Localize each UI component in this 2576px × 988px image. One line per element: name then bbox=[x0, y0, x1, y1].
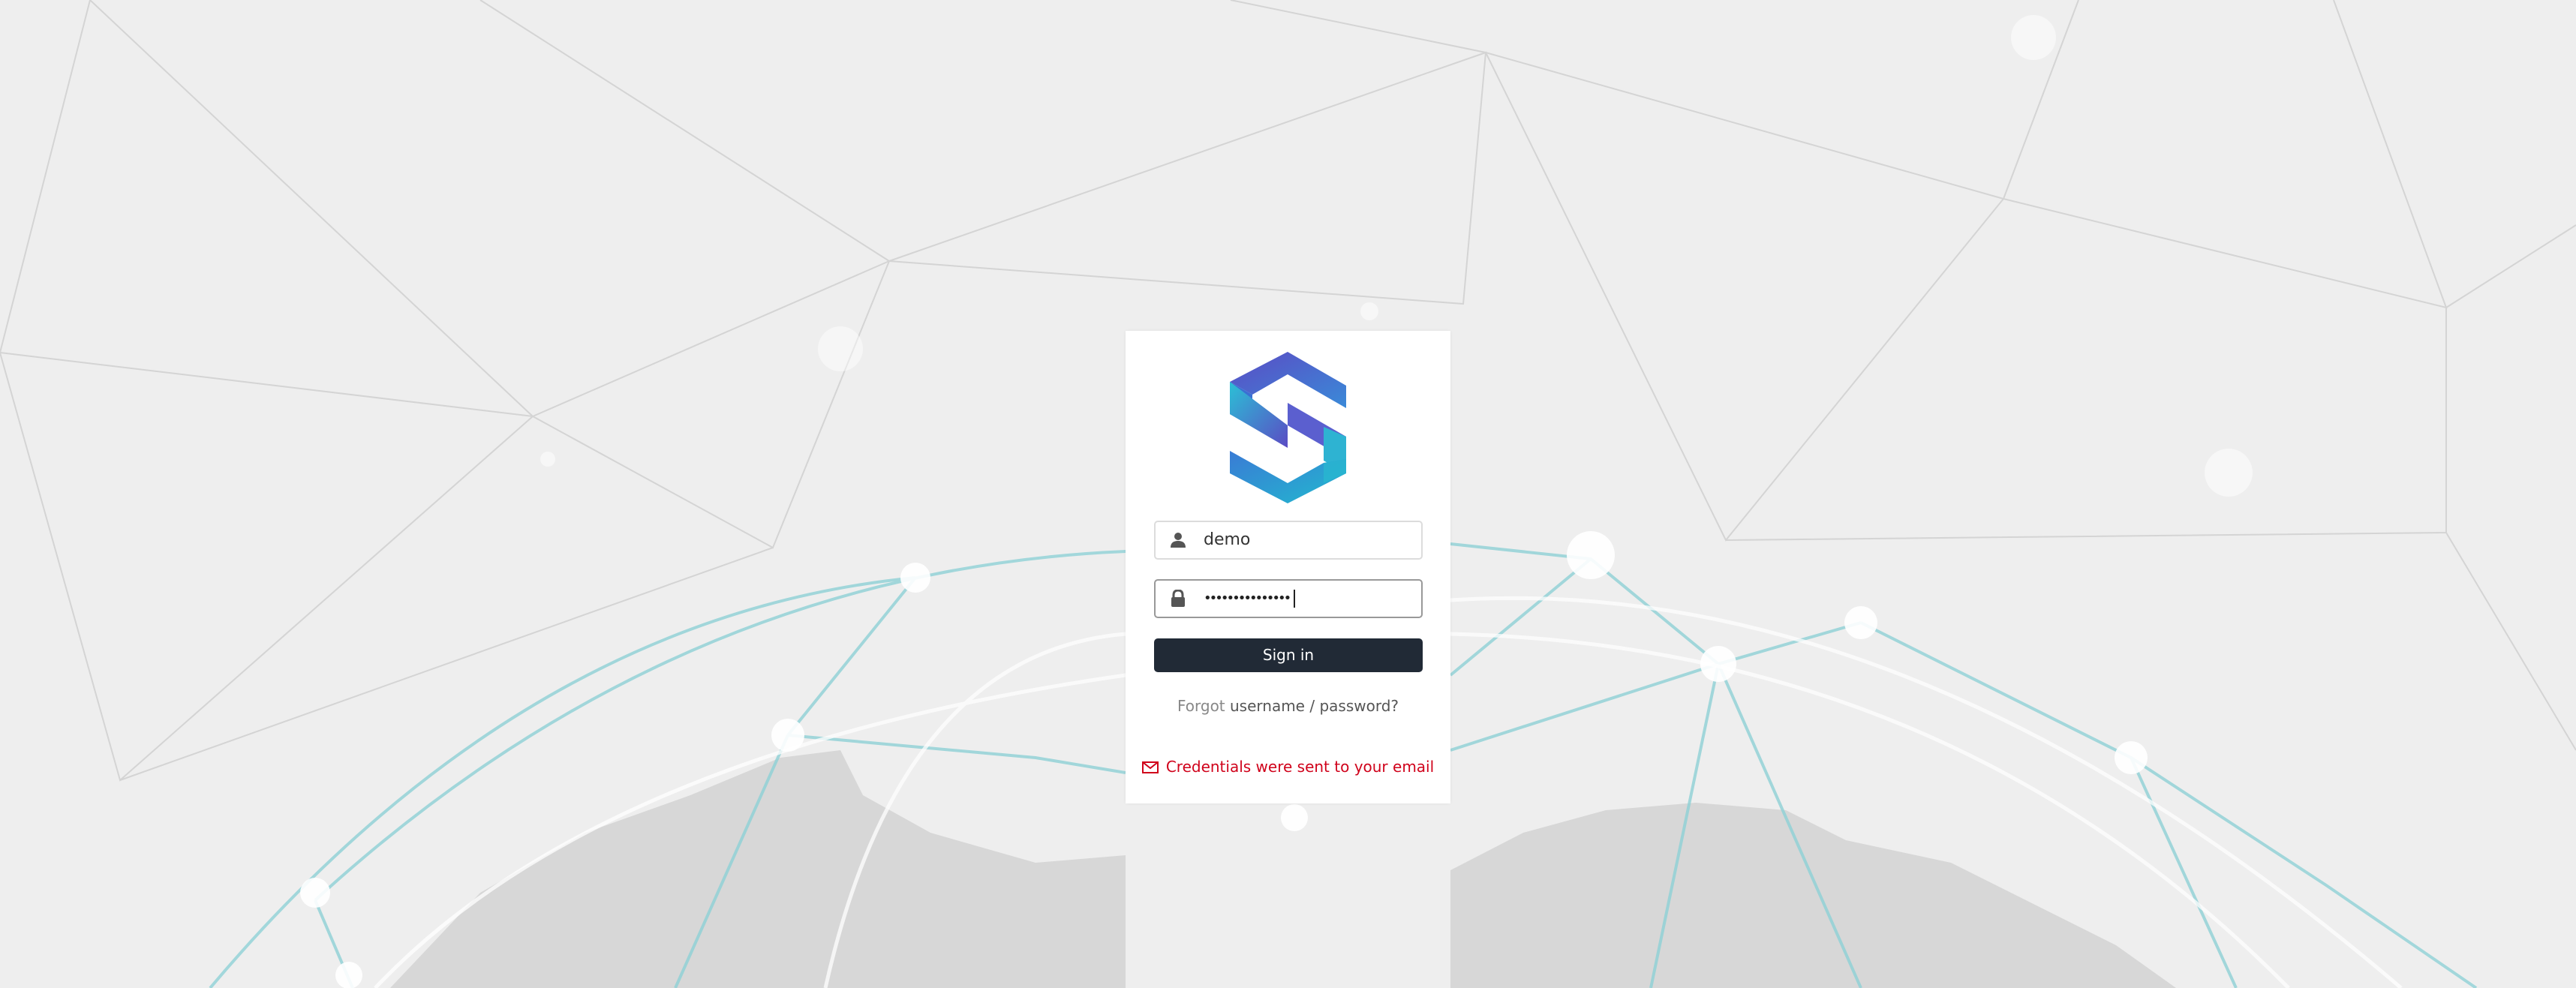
password-mask: ••••••••••••••• bbox=[1204, 590, 1291, 606]
s-logo bbox=[1230, 352, 1346, 503]
lock-icon bbox=[1171, 590, 1185, 607]
user-icon bbox=[1171, 533, 1186, 548]
forgot-credentials: Forgot username / password? bbox=[1126, 697, 1450, 715]
login-card: demo ••••••••••••••• Sign in Forgot user… bbox=[1126, 331, 1450, 803]
username-value: demo bbox=[1204, 530, 1251, 549]
status-message-text: Credentials were sent to your email bbox=[1165, 758, 1435, 776]
mail-icon bbox=[1141, 761, 1159, 773]
status-message: Credentials were sent to your email bbox=[1126, 758, 1450, 776]
forgot-credentials-link[interactable]: username / password? bbox=[1230, 697, 1399, 715]
username-field[interactable]: demo bbox=[1154, 521, 1423, 560]
sign-in-button[interactable]: Sign in bbox=[1154, 638, 1423, 672]
forgot-prefix: Forgot bbox=[1177, 697, 1225, 715]
password-field[interactable]: ••••••••••••••• bbox=[1154, 579, 1423, 618]
password-value: ••••••••••••••• bbox=[1204, 581, 1296, 617]
text-cursor bbox=[1294, 590, 1296, 608]
